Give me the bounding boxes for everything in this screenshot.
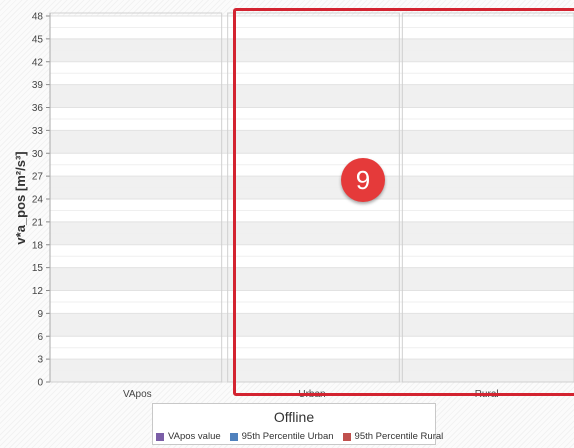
- y-tick-label: 24: [32, 195, 44, 206]
- y-tick-label: 45: [32, 34, 44, 45]
- legend-item: 95th Percentile Urban: [229, 431, 334, 442]
- y-tick-label: 12: [32, 286, 44, 297]
- y-tick-label: 27: [32, 172, 44, 183]
- y-tick-label: 48: [32, 12, 44, 23]
- y-tick-label: 21: [32, 217, 44, 228]
- y-tick-label: 6: [37, 332, 43, 343]
- x-tick-label: Urban: [298, 389, 325, 400]
- legend-swatch: [156, 432, 164, 441]
- y-axis-label: v*a_pos [m²/s³]: [13, 151, 28, 244]
- x-axis-ticks: VApos Urban Rural: [123, 389, 499, 400]
- y-tick-label: 36: [32, 103, 44, 114]
- legend-label: VApos value: [168, 431, 221, 442]
- y-tick-label: 9: [37, 309, 43, 320]
- legend-item: 95th Percentile Rural: [342, 431, 444, 442]
- y-tick-label: 33: [32, 126, 44, 137]
- chart-svg: 036912151821242730333639424548 VApos Urba…: [13, 12, 574, 400]
- y-tick-label: 39: [32, 80, 44, 91]
- legend-label: 95th Percentile Rural: [354, 431, 444, 442]
- y-tick-label: 3: [37, 355, 43, 366]
- legend-label: 95th Percentile Urban: [241, 431, 334, 442]
- y-tick-label: 15: [32, 263, 44, 274]
- legend-swatch: [229, 432, 238, 441]
- y-tick-label: 42: [32, 57, 44, 68]
- y-tick-label: 18: [32, 240, 44, 251]
- y-axis-ticks: 036912151821242730333639424548: [32, 12, 51, 389]
- y-tick-label: 0: [37, 378, 43, 389]
- x-tick-label: Rural: [475, 389, 499, 400]
- legend-item: VApos value: [156, 431, 221, 442]
- legend: Offline VApos value 95th Percentile Urban…: [152, 403, 443, 445]
- x-tick-label: VApos: [123, 389, 152, 400]
- legend-swatch: [342, 432, 351, 441]
- legend-title: Offline: [273, 409, 315, 425]
- legend-items: VApos value 95th Percentile Urban 95th Per…: [156, 431, 443, 442]
- step-number-badge: 9: [341, 158, 385, 202]
- y-tick-label: 30: [32, 149, 44, 160]
